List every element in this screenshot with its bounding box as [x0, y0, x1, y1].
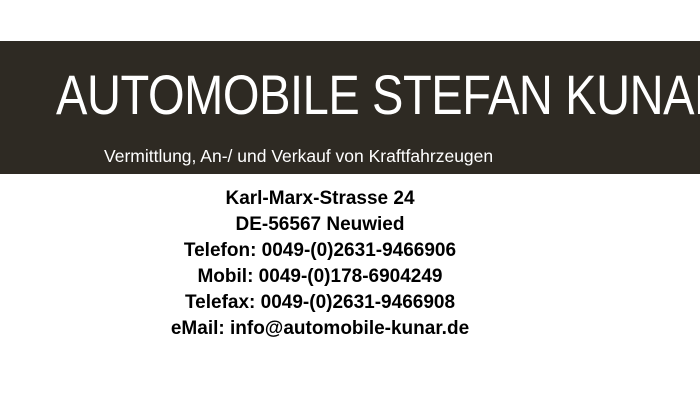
contact-block: Karl-Marx-Strasse 24 DE-56567 Neuwied Te…: [0, 186, 640, 342]
header-banner: AUTOMOBILE STEFAN KUNAR Vermittlung, An-…: [0, 41, 700, 174]
fax-number: Telefax: 0049-(0)2631-9466908: [184, 292, 456, 313]
mobile-number: Mobil: 0049-(0)178-6904249: [197, 266, 443, 287]
phone-number: Telefon: 0049-(0)2631-9466906: [183, 240, 457, 261]
city-address: DE-56567 Neuwied: [235, 214, 405, 235]
email-address: eMail: info@automobile-kunar.de: [170, 318, 470, 339]
company-tagline: Vermittlung, An-/ und Verkauf von Kraftf…: [104, 146, 494, 166]
company-name: AUTOMOBILE STEFAN KUNAR: [56, 63, 700, 126]
street-address: Karl-Marx-Strasse 24: [225, 188, 415, 209]
